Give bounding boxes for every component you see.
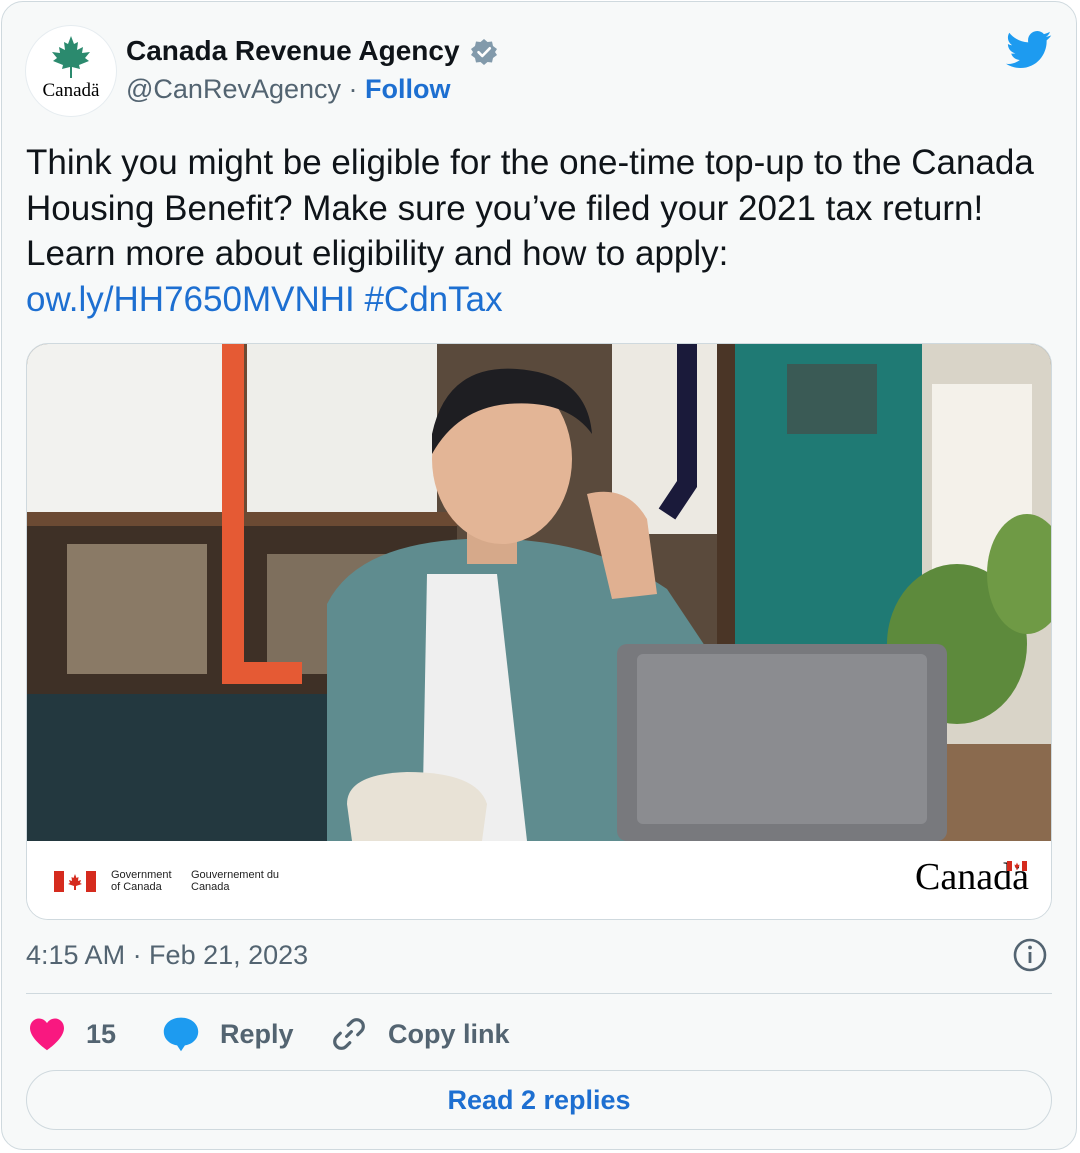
canada-flag-icon xyxy=(54,871,96,892)
government-of-canada-text: Government of Canada xyxy=(111,869,172,893)
divider xyxy=(26,993,1052,994)
read-replies-button[interactable]: Read 2 replies xyxy=(26,1070,1052,1130)
display-name[interactable]: Canada Revenue Agency xyxy=(126,35,460,67)
handle[interactable]: @CanRevAgency xyxy=(126,74,341,104)
tweet-text: Think you might be eligible for the one-… xyxy=(26,140,1036,322)
reply-button[interactable]: Reply xyxy=(162,1012,294,1056)
reply-label: Reply xyxy=(220,1018,294,1049)
maple-leaf-icon xyxy=(52,36,90,78)
verified-badge-icon xyxy=(471,39,497,65)
handle-separator: · xyxy=(341,74,366,104)
media-card[interactable]: Government of Canada Gouvernement du Can… xyxy=(26,343,1052,920)
twitter-bird-icon[interactable] xyxy=(1006,30,1052,70)
photo-man-at-laptop[interactable] xyxy=(27,344,1051,841)
avatar-wordmark: Canadä xyxy=(42,80,100,101)
copy-link-label: Copy link xyxy=(388,1018,510,1049)
tweet-link[interactable]: ow.ly/HH7650MVNHI xyxy=(26,280,355,319)
avatar[interactable]: Canadä xyxy=(26,26,116,116)
copy-link-button[interactable]: Copy link xyxy=(330,1012,510,1056)
heart-icon xyxy=(30,1018,64,1051)
timestamp[interactable]: 4:15 AM · Feb 21, 2023 xyxy=(26,940,308,971)
tweet-body: Think you might be eligible for the one-… xyxy=(26,143,1034,273)
read-replies-label: Read 2 replies xyxy=(447,1084,631,1115)
info-icon[interactable] xyxy=(1012,937,1048,973)
wordmark-flag-icon xyxy=(1007,861,1027,871)
follow-button[interactable]: Follow xyxy=(365,74,450,104)
tweet-card: Canadä Canada Revenue Agency @CanRevAgen… xyxy=(1,1,1077,1150)
government-footer: Government of Canada Gouvernement du Can… xyxy=(27,841,1051,919)
reply-bubble-icon xyxy=(163,1017,199,1052)
hashtag-link[interactable]: #CdnTax xyxy=(364,280,502,319)
like-count: 15 xyxy=(86,1018,117,1049)
handle-row: @CanRevAgency · Follow xyxy=(126,74,451,105)
gouvernement-du-canada-text: Gouvernement du Canada xyxy=(191,869,280,893)
link-chain-icon xyxy=(333,1018,365,1050)
like-button[interactable]: 15 xyxy=(28,1012,116,1056)
canada-wordmark: Canadä xyxy=(915,855,1029,899)
